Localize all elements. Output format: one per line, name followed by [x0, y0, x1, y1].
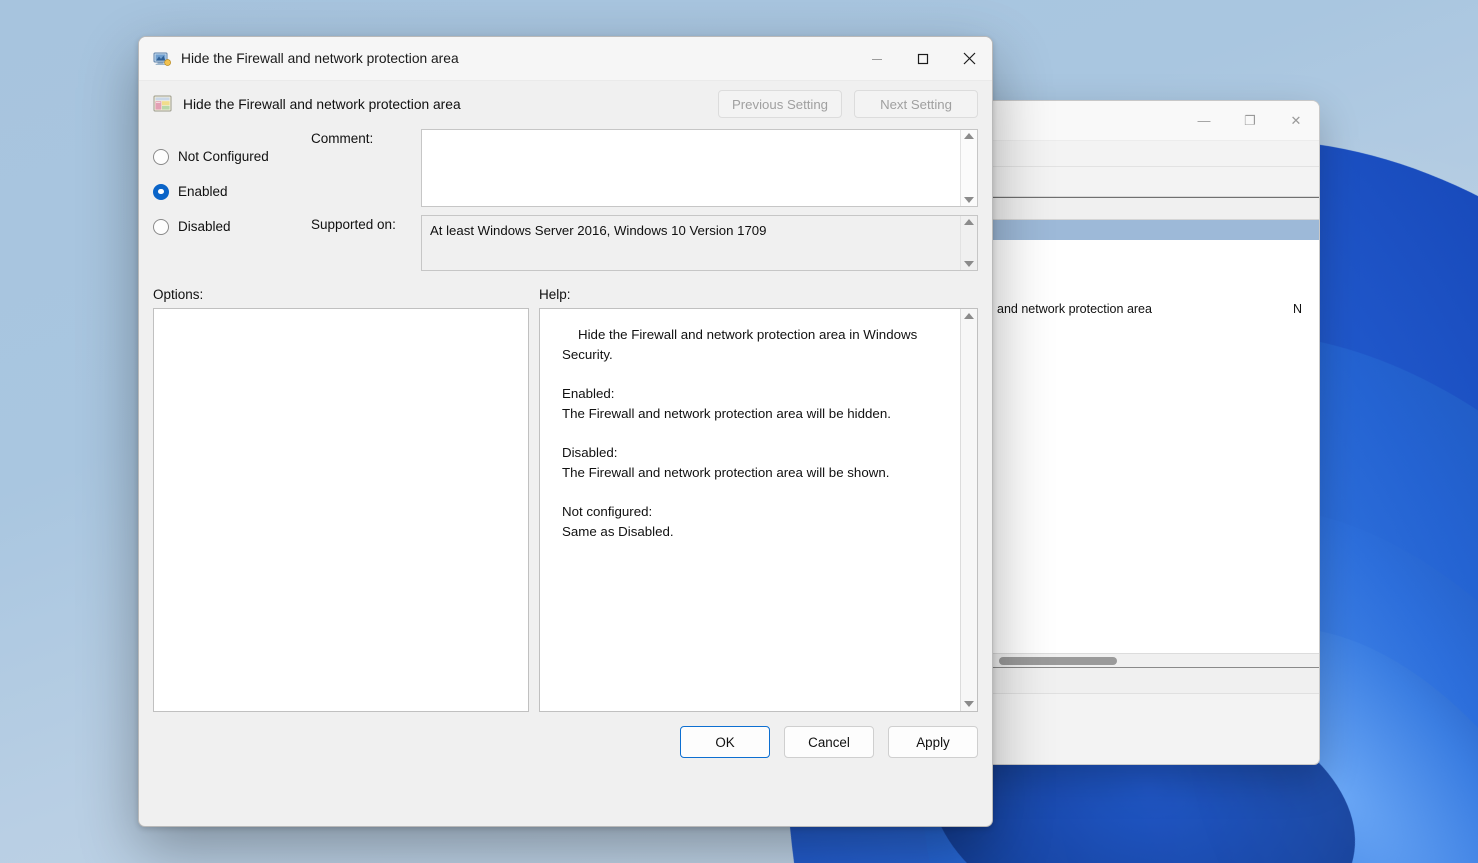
bg-list-row[interactable]: and network protection area N [993, 298, 1319, 319]
scroll-up-arrow-icon[interactable] [964, 219, 974, 225]
bg-list-pane[interactable]: and network protection area N [993, 198, 1319, 667]
help-panel-text: Hide the Firewall and network protection… [540, 309, 960, 711]
setting-name-label: Hide the Firewall and network protection… [183, 97, 706, 112]
help-notconfigured-heading: Not configured: [562, 502, 940, 522]
radio-label-disabled: Disabled [178, 219, 231, 234]
panel-splitter[interactable] [529, 308, 539, 712]
help-panel[interactable]: Hide the Firewall and network protection… [539, 308, 978, 712]
comment-field-row: Comment: [311, 129, 978, 207]
radio-not-configured[interactable]: Not Configured [153, 139, 311, 174]
radio-indicator-enabled[interactable] [153, 184, 169, 200]
supported-on-value: At least Windows Server 2016, Windows 10… [422, 216, 960, 270]
scroll-down-arrow-icon[interactable] [964, 701, 974, 707]
radio-enabled[interactable]: Enabled [153, 174, 311, 209]
options-panel[interactable] [153, 308, 529, 712]
radio-label-not-configured: Not Configured [178, 149, 269, 164]
next-setting-button[interactable]: Next Setting [854, 90, 978, 118]
supported-on-textbox[interactable]: At least Windows Server 2016, Windows 10… [421, 215, 978, 271]
dialog-title: Hide the Firewall and network protection… [181, 51, 854, 66]
policy-state-radio-group[interactable]: Not Configured Enabled Disabled [153, 129, 311, 279]
help-notconfigured-body: Same as Disabled. [562, 522, 940, 542]
bg-list-row-state: N [1293, 302, 1319, 316]
group-policy-setting-icon [153, 95, 173, 113]
bg-list-row-label: and network protection area [993, 302, 1293, 316]
close-button[interactable] [946, 37, 992, 81]
scroll-up-arrow-icon[interactable] [964, 313, 974, 319]
comment-scrollbar[interactable] [960, 130, 977, 206]
policy-setting-icon [153, 51, 171, 67]
help-disabled-body: The Firewall and network protection area… [562, 463, 940, 483]
help-enabled-heading: Enabled: [562, 384, 940, 404]
dialog-setting-header: Hide the Firewall and network protection… [139, 81, 992, 125]
cancel-button[interactable]: Cancel [784, 726, 874, 758]
scroll-down-arrow-icon[interactable] [964, 261, 974, 267]
help-enabled-body: The Firewall and network protection area… [562, 404, 940, 424]
dialog-footer: OK Cancel Apply [139, 712, 992, 758]
state-and-metadata-area: Not Configured Enabled Disabled Comment: [139, 125, 992, 279]
help-disabled-heading: Disabled: [562, 443, 940, 463]
supported-on-field-row: Supported on: At least Windows Server 20… [311, 215, 978, 271]
apply-button[interactable]: Apply [888, 726, 978, 758]
help-panel-scrollbar[interactable] [960, 309, 977, 711]
dialog-titlebar[interactable]: Hide the Firewall and network protection… [139, 37, 992, 81]
radio-indicator-disabled[interactable] [153, 219, 169, 235]
metadata-fields: Comment: Supported on: At least Windows … [311, 129, 978, 279]
comment-label: Comment: [311, 129, 421, 207]
bg-horizontal-scrollbar[interactable] [993, 653, 1319, 667]
comment-value[interactable] [422, 130, 960, 206]
supported-on-label: Supported on: [311, 215, 421, 271]
radio-label-enabled: Enabled [178, 184, 228, 199]
help-intro: Hide the Firewall and network protection… [562, 325, 940, 365]
bg-scroll-thumb[interactable] [999, 657, 1117, 665]
panel-headers: Options: Help: [139, 279, 992, 308]
scroll-down-arrow-icon[interactable] [964, 197, 974, 203]
options-panel-content [154, 309, 528, 329]
dialog-panels: Hide the Firewall and network protection… [139, 308, 992, 712]
radio-disabled[interactable]: Disabled [153, 209, 311, 244]
supported-on-scrollbar[interactable] [960, 216, 977, 270]
minimize-button[interactable] [854, 37, 900, 81]
maximize-button[interactable] [900, 37, 946, 81]
policy-setting-dialog[interactable]: Hide the Firewall and network protection… [138, 36, 993, 827]
bg-close-button[interactable]: ✕ [1273, 101, 1319, 141]
bg-selected-row[interactable] [993, 220, 1319, 240]
bg-column-header[interactable] [993, 198, 1319, 220]
scroll-up-arrow-icon[interactable] [964, 133, 974, 139]
bg-minimize-button[interactable]: — [1181, 101, 1227, 141]
bg-maximize-button[interactable]: ❐ [1227, 101, 1273, 141]
radio-indicator-not-configured[interactable] [153, 149, 169, 165]
ok-button[interactable]: OK [680, 726, 770, 758]
comment-textbox[interactable] [421, 129, 978, 207]
help-label: Help: [539, 287, 571, 302]
options-label: Options: [153, 287, 539, 302]
previous-setting-button[interactable]: Previous Setting [718, 90, 842, 118]
